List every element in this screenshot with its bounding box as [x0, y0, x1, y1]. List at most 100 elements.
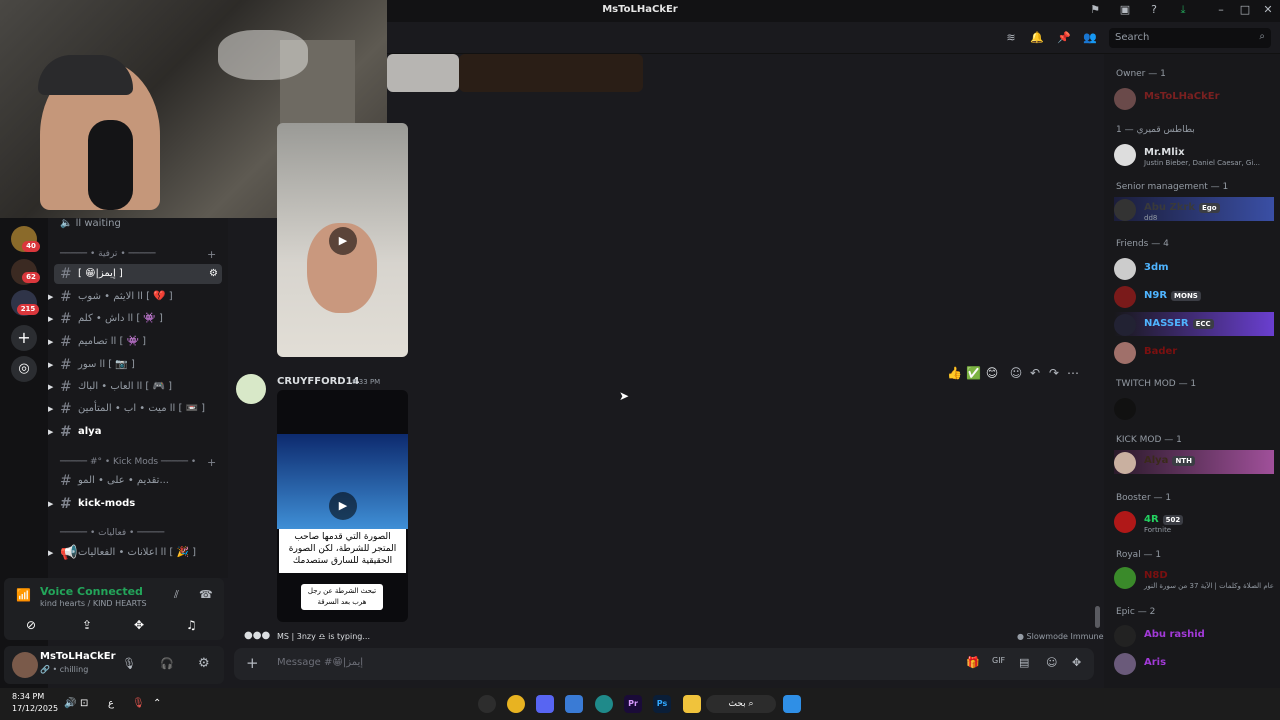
help-icon[interactable]: ?	[1147, 3, 1161, 17]
member-item[interactable]: Abu Zkrk Ego dd8	[1114, 197, 1274, 222]
clock-time[interactable]: 8:34 PM	[12, 692, 44, 701]
steam-icon[interactable]	[478, 695, 496, 713]
gif-icon[interactable]: GIF	[992, 656, 1005, 665]
windows-start-icon[interactable]	[783, 695, 801, 713]
member-item[interactable]: Aris	[1114, 651, 1274, 675]
pin-icon[interactable]: 📌	[1057, 31, 1071, 45]
mic-icon[interactable]: 🎙	[122, 657, 136, 670]
avatar[interactable]	[12, 652, 38, 678]
channel-item[interactable]: ▶ # داش • كلم ll [ 👾 ]	[48, 309, 222, 329]
previous-image[interactable]	[387, 54, 459, 92]
maximize-icon[interactable]: □	[1238, 3, 1252, 17]
member-item[interactable]	[1114, 396, 1274, 420]
screen-icon[interactable]: ▣	[1118, 3, 1132, 17]
chrome-icon[interactable]	[507, 695, 525, 713]
channel-item[interactable]: ▶ 📢 اعلانات • الفعاليات ll [ 🎉 ]	[48, 543, 222, 563]
soundboard-icon[interactable]: ♫	[186, 618, 197, 632]
voice-channel-waiting[interactable]: 🔈 ll waiting	[60, 218, 121, 229]
photoshop-icon[interactable]: Ps	[653, 695, 671, 713]
mic-icon[interactable]: 🎙	[132, 698, 145, 709]
app-icon[interactable]	[565, 695, 583, 713]
apps-icon[interactable]: ✥	[1072, 656, 1081, 669]
minimize-icon[interactable]: –	[1214, 3, 1228, 17]
category-header[interactable]: ───── • ترفية • ─────	[60, 249, 156, 259]
network-icon[interactable]: ⊡	[80, 698, 88, 709]
reply-icon[interactable]: ↶	[1028, 366, 1042, 380]
settings-icon[interactable]: ⚙	[209, 264, 218, 284]
play-icon[interactable]: ▶	[329, 227, 357, 255]
play-icon[interactable]: ▶	[329, 492, 357, 520]
message-input[interactable]: Message #😁|إيمز	[277, 657, 363, 668]
add-channel-icon[interactable]: +	[207, 456, 216, 469]
message-composer[interactable]: + Message #😁|إيمز 🎁 GIF ▤ ☺ ✥	[234, 648, 1094, 680]
video-attachment[interactable]: ▶	[277, 123, 408, 357]
gift-icon[interactable]: 🎁	[966, 656, 980, 669]
inbox-icon[interactable]: ⚑	[1088, 3, 1102, 17]
volume-icon[interactable]: 🔊	[64, 698, 76, 709]
role-header: Epic — 2	[1116, 607, 1156, 617]
check-icon[interactable]: ✅	[966, 366, 981, 380]
disconnect-icon[interactable]: ☎	[199, 588, 213, 601]
member-item[interactable]: MsToLHaCkEr	[1114, 86, 1274, 110]
chevron-up-icon[interactable]: ⌃	[153, 698, 161, 709]
taskbar-search[interactable]: بحث ⌕	[706, 695, 776, 713]
avatar[interactable]	[236, 374, 266, 404]
thumbs-up-icon[interactable]: 👍	[947, 366, 962, 380]
member-item[interactable]: N9R MONS	[1114, 284, 1274, 308]
explorer-icon[interactable]	[683, 695, 701, 713]
discord-icon[interactable]	[536, 695, 554, 713]
channel-item[interactable]: ▶ # العاب • الباك ll [ 🎮 ]	[48, 377, 222, 397]
headphones-icon[interactable]: 🎧	[160, 657, 174, 670]
bell-icon[interactable]: 🔔	[1030, 31, 1044, 45]
channel-item[interactable]: ▶ # الايثم • شوب ll [ 💔 ]	[48, 287, 222, 307]
member-item[interactable]: Alya NTH	[1114, 450, 1274, 474]
channel-item[interactable]: ▶ # تصاميم ll [ 👾 ]	[48, 332, 222, 352]
channel-item[interactable]: ▶ # ميت • اب • المتأمين ll [ 📼 ]	[48, 399, 222, 419]
channel-item[interactable]: ▶ # سور ll [ 📷 ]	[48, 355, 222, 375]
download-icon[interactable]: ⤓	[1176, 3, 1190, 17]
avatar	[1114, 653, 1136, 675]
category-header[interactable]: ───── #° • Kick Mods ───── •	[60, 457, 196, 467]
add-channel-icon[interactable]: +	[207, 248, 216, 261]
forward-icon[interactable]: ↷	[1047, 366, 1061, 380]
channel-item[interactable]: ▶ # kick-mods	[48, 494, 222, 514]
add-server-icon[interactable]: +	[11, 325, 37, 351]
screen-share-icon[interactable]: ⇪	[82, 618, 92, 632]
member-item[interactable]: N8D عام الصلاة وكلمات | الآية 37 من سورة …	[1114, 565, 1274, 590]
noise-suppression-icon[interactable]: ⫽	[174, 588, 179, 602]
category-header[interactable]: ───── • فعاليات • ─────	[60, 528, 164, 538]
camera-off-icon[interactable]: ⊘	[26, 618, 36, 632]
members-icon[interactable]: 👥	[1083, 31, 1097, 45]
more-icon[interactable]: ⋯	[1066, 366, 1080, 380]
member-item[interactable]: Abu rashid	[1114, 623, 1274, 647]
member-item[interactable]: Mr.Mlix Justin Bieber, Daniel Caesar, Gi.…	[1114, 142, 1274, 167]
previous-image[interactable]	[459, 54, 643, 92]
member-item[interactable]: NASSER ECC	[1114, 312, 1274, 336]
typing-indicator: MS | 3nzy ♎ is typing...	[277, 632, 370, 641]
channel-item[interactable]: # تقديم • على • المو...	[54, 471, 222, 491]
scrollbar[interactable]	[1095, 606, 1100, 628]
settings-icon[interactable]: ⚙	[198, 656, 210, 671]
activities-icon[interactable]: ✥	[134, 618, 144, 632]
message-author[interactable]: CRUYFFORD14	[277, 376, 359, 387]
video-attachment[interactable]: ▶ الصورة التي قدمها صاحب المتجر للشرطة، …	[277, 390, 408, 622]
edge-icon[interactable]	[595, 695, 613, 713]
channel-item[interactable]: ▶ # alya	[48, 422, 222, 442]
language-indicator[interactable]: ع	[108, 698, 114, 709]
premiere-icon[interactable]: Pr	[624, 695, 642, 713]
sticker-icon[interactable]: ▤	[1019, 656, 1029, 669]
member-item[interactable]: Bader	[1114, 340, 1274, 364]
search-input[interactable]: Search ⌕	[1109, 28, 1271, 48]
add-reaction-icon[interactable]: ☺	[1009, 366, 1023, 380]
voice-panel: 📶 Voice Connected kind hearts / KIND HEA…	[4, 578, 224, 640]
member-item[interactable]: 3dm	[1114, 256, 1274, 280]
emoji-icon[interactable]: ☺	[1046, 656, 1057, 669]
close-icon[interactable]: ✕	[1261, 3, 1275, 17]
channel-item[interactable]: #[ 😁|إيمز ] ⚙	[54, 264, 222, 284]
member-item[interactable]: 4R 502 Fortnite	[1114, 509, 1274, 534]
discover-icon[interactable]: ◎	[11, 356, 37, 382]
smile-icon[interactable]: 😊	[985, 366, 999, 380]
clock-date[interactable]: 17/12/2025	[12, 704, 58, 713]
threads-icon[interactable]: ≋	[1004, 31, 1018, 45]
add-attachment-icon[interactable]: +	[246, 654, 259, 672]
